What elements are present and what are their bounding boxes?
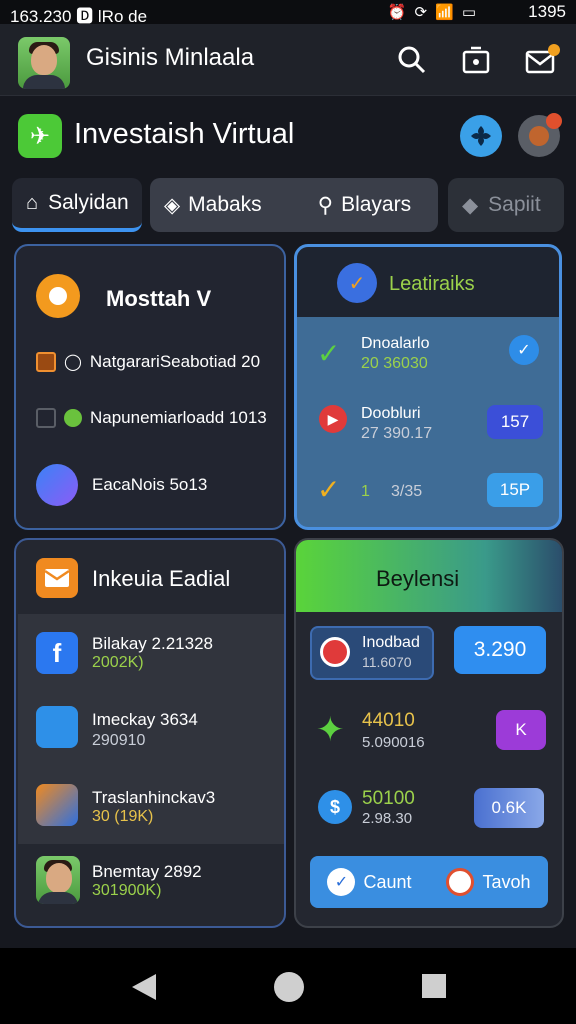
tab-sapiit[interactable]: ◆ Sapiit bbox=[448, 178, 564, 232]
app-title: Gisinis Minlaala bbox=[86, 44, 255, 71]
row-value: 11.6070 bbox=[362, 654, 412, 670]
badge-button[interactable]: 15P bbox=[487, 473, 543, 507]
checkbox-icon[interactable] bbox=[36, 352, 56, 372]
tab-group-middle: ◈ Mabaks ⚲ Blayars bbox=[150, 178, 438, 232]
tab-mabaks[interactable]: ◈ Mabaks bbox=[164, 193, 262, 218]
target-icon bbox=[446, 868, 475, 896]
button-label: Tavoh bbox=[482, 871, 531, 892]
item-value: 2002K) bbox=[92, 654, 144, 671]
tab-label: Blayars bbox=[341, 193, 412, 216]
home-icon[interactable] bbox=[274, 972, 304, 1002]
checkmark-icon: ✓ bbox=[337, 263, 377, 303]
item-label: NatgarariSeabotiad 20 bbox=[89, 352, 261, 371]
card-title: Beylensi bbox=[376, 566, 460, 591]
search-icon: ⚲ bbox=[317, 193, 334, 217]
card-leatiraiks: ✓ Leatiraiks ✓ Dnoalarlo 20 36030 ✓ ▶ Do… bbox=[294, 244, 562, 530]
row-name: Dnoalarlo bbox=[361, 335, 430, 352]
item-name: Bnemtay 2892 bbox=[92, 862, 202, 881]
badge-button[interactable]: 0.6K bbox=[474, 788, 544, 828]
item-name: Bilakay 2.21328 bbox=[92, 634, 213, 653]
card-title: Mosttah V bbox=[106, 286, 212, 311]
coin-icon: $ bbox=[318, 790, 352, 824]
tab-label: Mabaks bbox=[188, 193, 262, 216]
badge-button[interactable]: K bbox=[496, 710, 546, 750]
battery-icon: ▭ bbox=[461, 4, 476, 21]
tab-label: Salyidan bbox=[48, 191, 129, 214]
amount-button[interactable]: 3.290 bbox=[454, 626, 546, 674]
status-icons: ⏰ ⟳ 📶 ▭ bbox=[388, 3, 476, 21]
status-bar: 163.230 🅳 lRo de ⏰ ⟳ 📶 ▭ 1395 bbox=[0, 0, 576, 26]
row-subvalue: 5.090016 bbox=[362, 734, 425, 751]
search-icon[interactable] bbox=[394, 42, 430, 78]
item-label: EacaNois 5o13 bbox=[92, 475, 208, 494]
item-value: 30 (19K) bbox=[92, 808, 154, 825]
check-icon: ✓ bbox=[317, 338, 341, 369]
tag-icon: ⌂ bbox=[26, 191, 39, 214]
row-name: Inodbad bbox=[362, 634, 420, 651]
button-label: Caunt bbox=[363, 871, 412, 892]
bird-app-icon bbox=[36, 784, 78, 826]
check-icon: ✓ bbox=[317, 474, 341, 505]
row-value: 3/35 bbox=[391, 483, 423, 500]
tab-blayars[interactable]: ⚲ Blayars bbox=[318, 193, 411, 218]
row-value: 50100 bbox=[362, 788, 415, 809]
item-name: Traslanhinckav3 bbox=[92, 788, 216, 807]
action-button-bar: ✓ Caunt Tavoh bbox=[310, 856, 548, 908]
notification-mail-icon[interactable] bbox=[524, 42, 560, 78]
item-value: 301900K) bbox=[92, 882, 162, 899]
recents-icon[interactable] bbox=[422, 974, 446, 998]
row-subvalue: 2.98.30 bbox=[362, 810, 413, 827]
list-item[interactable]: EacaNois 5o13 bbox=[36, 464, 207, 506]
section-title: Investaish Virtual bbox=[74, 118, 295, 150]
tab-label: Sapiit bbox=[488, 193, 541, 216]
row-value: 27 390.17 bbox=[361, 425, 433, 442]
back-icon[interactable] bbox=[130, 972, 158, 1007]
play-icon: ▶ bbox=[319, 405, 347, 433]
item-label: Napunemiarloadd 1013 bbox=[90, 408, 267, 427]
pin-icon: ◆ bbox=[462, 193, 479, 217]
list-item[interactable]: ◯ NatgarariSeabotiad 20 bbox=[36, 352, 276, 372]
community-icon bbox=[36, 706, 78, 748]
card-beylensi: Beylensi Inodbad 11.6070 3.290 ✦ 44010 5… bbox=[294, 538, 564, 928]
row-value: 44010 bbox=[362, 710, 415, 731]
tab-salyidan[interactable]: ⌂ Salyidan bbox=[12, 178, 142, 232]
card-inkeuia-eadial: Inkeuia Eadial f Bilakay 2.21328 2002K) … bbox=[14, 538, 286, 928]
status-dot-icon bbox=[64, 409, 82, 427]
sun-icon bbox=[36, 274, 80, 318]
item-value: 290910 bbox=[92, 732, 146, 749]
status-time: 1395 bbox=[528, 2, 566, 21]
mail-icon bbox=[36, 558, 78, 598]
wifi-icon: 📶 bbox=[435, 4, 454, 21]
shield-icon[interactable]: ✓ bbox=[509, 335, 539, 365]
count-button[interactable]: ✓ Caunt bbox=[327, 868, 412, 896]
track-button[interactable]: Tavoh bbox=[446, 868, 531, 896]
alert-badge-icon[interactable] bbox=[518, 113, 562, 157]
alarm-icon: ⏰ bbox=[387, 4, 407, 21]
item-name: Imeckay 3634 bbox=[92, 710, 198, 729]
card-title: Inkeuia Eadial bbox=[92, 566, 231, 591]
sync-icon: ⟳ bbox=[414, 4, 428, 21]
facebook-icon: f bbox=[36, 632, 78, 674]
card-mosttah: Mosttah V ◯ NatgarariSeabotiad 20 Napune… bbox=[14, 244, 286, 530]
badge-button[interactable]: 157 bbox=[487, 405, 543, 439]
box-icon: ◈ bbox=[164, 193, 181, 217]
profile-avatar[interactable] bbox=[18, 37, 70, 89]
fan-icon[interactable] bbox=[460, 115, 502, 157]
target-icon bbox=[320, 637, 350, 667]
row-value: 20 36030 bbox=[361, 355, 428, 372]
wallet-icon[interactable] bbox=[458, 42, 494, 78]
checkbox-icon[interactable] bbox=[36, 408, 56, 428]
row-name: 1 bbox=[361, 483, 370, 500]
row-name: Doobluri bbox=[361, 405, 421, 422]
list-item[interactable]: Napunemiarloadd 1013 bbox=[36, 408, 276, 428]
system-nav-bar bbox=[0, 948, 576, 1024]
location-pin-icon: ◯ bbox=[64, 354, 82, 371]
check-circle-icon: ✓ bbox=[327, 868, 356, 896]
user-avatar bbox=[36, 856, 80, 904]
app-logo-icon: ✈ bbox=[18, 114, 62, 158]
star-icon: ✦ bbox=[316, 711, 345, 749]
card-title: Leatiraiks bbox=[389, 273, 475, 295]
globe-icon bbox=[36, 464, 78, 506]
